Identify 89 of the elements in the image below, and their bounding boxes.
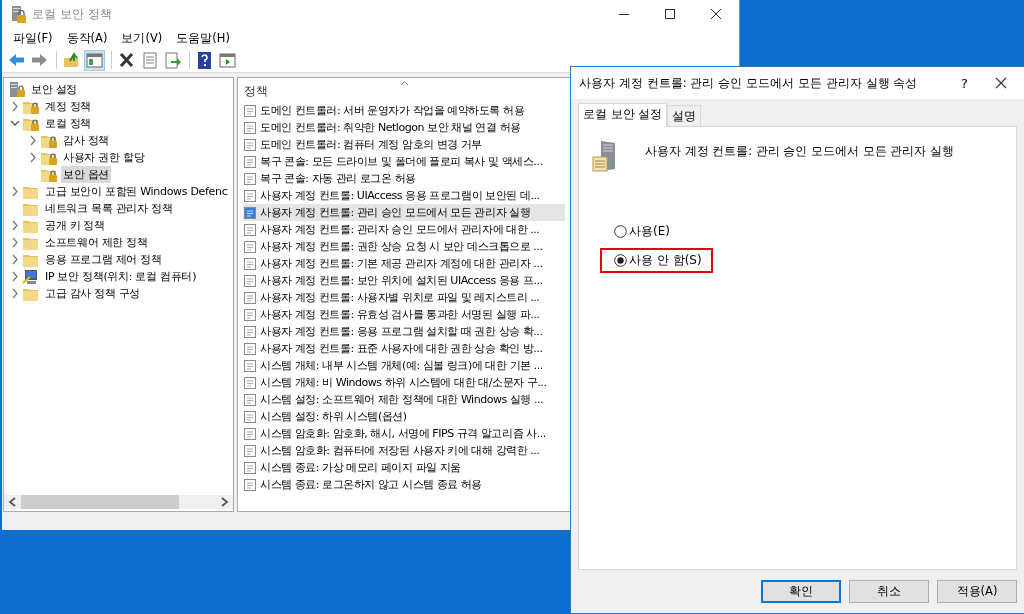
list-row[interactable]: 사용자 계정 컨트롤: 보안 위치에 설치된 UIAccess 응용 프...	[243, 272, 571, 289]
tab[interactable]: 설명	[667, 105, 702, 126]
tree-item[interactable]: 응용 프로그램 제어 정책	[43, 251, 164, 268]
list-row[interactable]: 시스템 설정: 하위 시스템(옵션)	[243, 408, 571, 425]
list-row[interactable]: 사용자 계정 컨트롤: 권한 상승 요청 시 보안 데스크톱으로 ...	[243, 238, 571, 255]
column-header[interactable]: 정책	[238, 78, 571, 102]
policy-document-icon	[243, 273, 257, 288]
list-row[interactable]: 시스템 설정: 소프트웨어 제한 정책에 대한 Windows 실행 ...	[243, 391, 571, 408]
policy-document-icon	[243, 460, 257, 475]
list-row[interactable]: 사용자 계정 컨트롤: 사용자별 위치로 파일 및 레지스트리 ...	[243, 289, 571, 306]
tree-item[interactable]: IP 보안 정책(위치: 로컬 컴퓨터)	[43, 268, 199, 285]
policy-document-icon	[243, 137, 257, 152]
menu-item[interactable]: 도움말(H)	[169, 30, 237, 46]
list-row[interactable]: 사용자 계정 컨트롤: UIAccess 응용 프로그램이 보안된 데...	[243, 187, 571, 204]
list-row[interactable]: 복구 콘솔: 모든 드라이브 및 폴더에 플로피 복사 및 액세스...	[243, 153, 571, 170]
scroll-left-icon[interactable]	[8, 497, 17, 507]
policy-document-icon	[243, 120, 257, 135]
tree-item[interactable]: 계정 정책	[43, 98, 93, 115]
tree-item[interactable]: 사용자 권한 할당	[61, 149, 147, 166]
tab[interactable]: 로컬 보안 설정	[578, 103, 668, 127]
list-row[interactable]: 도메인 컨트롤러: 취약한 Netlogon 보안 채널 연결 허용	[243, 119, 571, 136]
list-row[interactable]: 시스템 종료: 로그온하지 않고 시스템 종료 허용	[243, 476, 571, 493]
scroll-right-icon[interactable]	[220, 497, 229, 507]
policy-document-icon	[243, 409, 257, 424]
radio-circle-icon	[614, 254, 627, 267]
tree-item[interactable]: 소프트웨어 제한 정책	[43, 234, 150, 251]
tree-item[interactable]: 로컬 정책	[43, 115, 93, 132]
policy-document-icon	[243, 256, 257, 271]
ok-button[interactable]: 확인	[761, 580, 841, 603]
list-row[interactable]: 복구 콘솔: 자동 관리 로그온 허용	[243, 170, 571, 187]
list-row[interactable]: 사용자 계정 컨트롤: 유효성 검사를 통과한 서명된 실행 파...	[243, 306, 571, 323]
menu-item[interactable]: 파일(F)	[6, 30, 60, 46]
radio-button[interactable]: 사용(E)	[614, 223, 670, 240]
policy-document-icon	[243, 154, 257, 169]
list-row[interactable]: 사용자 계정 컨트롤: 관리 승인 모드에서 모든 관리자 실행	[243, 204, 565, 221]
policy-document-icon	[243, 171, 257, 186]
tree-pane-icon	[85, 50, 104, 70]
server-lock-icon	[8, 81, 26, 98]
policy-document-icon	[243, 392, 257, 407]
dialog-button[interactable]: 적용(A)	[937, 580, 1017, 603]
policy-document-icon	[243, 290, 257, 305]
policy-document-icon	[243, 443, 257, 458]
list-row[interactable]: 시스템 종료: 가상 메모리 페이지 파일 지움	[243, 459, 571, 476]
dialog-title: 사용자 계정 컨트롤: 관리 승인 모드에서 모든 관리자 실행 속성	[579, 74, 918, 92]
folder-up-icon	[62, 50, 81, 70]
menu-item[interactable]: 보기(V)	[114, 30, 170, 46]
list-row[interactable]: 시스템 개체: 내부 시스템 개체(예: 심볼 링크)에 대한 기본 ...	[243, 357, 571, 374]
tree-item[interactable]: 보안 옵션	[61, 166, 111, 183]
list-row[interactable]: 도메인 컨트롤러: 서버 운영자가 작업을 예약하도록 허용	[243, 102, 571, 119]
tree-item[interactable]: 보안 설정	[29, 81, 79, 98]
tree-item[interactable]: 고급 보안이 포함된 Windows Defenc	[43, 183, 230, 200]
policy-name: 사용자 계정 컨트롤: 관리 승인 모드에서 모든 관리자 실행	[645, 144, 955, 159]
dialog-button[interactable]: 취소	[849, 580, 929, 603]
server-icon	[10, 5, 26, 23]
help-button[interactable]: ?	[951, 75, 978, 91]
policy-document-icon	[243, 222, 257, 237]
window-title: 로컬 보안 정책	[32, 5, 112, 23]
list-row[interactable]: 사용자 계정 컨트롤: 표준 사용자에 대한 권한 상승 확인 방...	[243, 340, 571, 357]
policy-document-icon	[243, 239, 257, 254]
radio-circle-icon	[614, 225, 627, 238]
list-row[interactable]: 시스템 암호화: 암호화, 해시, 서명에 FIPS 규격 알고리즘 사...	[243, 425, 571, 442]
policy-document-icon	[243, 205, 257, 220]
tree-pane-button[interactable]	[84, 49, 105, 71]
monitor-key-icon	[22, 268, 40, 285]
list-row[interactable]: 시스템 개체: 비 Windows 하위 시스템에 대한 대/소문자 구...	[243, 374, 571, 391]
policy-document-icon	[243, 307, 257, 322]
delete-icon	[117, 50, 136, 70]
tree-item[interactable]: 공개 키 정책	[43, 217, 107, 234]
list-row[interactable]: 시스템 암호화: 컴퓨터에 저장된 사용자 키에 대해 강력한 ...	[243, 442, 571, 459]
horizontal-scrollbar[interactable]	[4, 495, 233, 509]
list-row[interactable]: 사용자 계정 컨트롤: 기본 제공 관리자 계정에 대한 관리자 ...	[243, 255, 571, 272]
sort-caret-icon	[400, 80, 409, 86]
tree-item[interactable]: 네트워크 목록 관리자 정책	[43, 200, 175, 217]
policy-document-icon	[243, 477, 257, 492]
export-button[interactable]	[162, 49, 183, 71]
policy-document-icon	[243, 375, 257, 390]
policy-document-icon	[243, 188, 257, 203]
policy-document-icon	[243, 341, 257, 356]
policy-document-icon	[243, 103, 257, 118]
policy-document-icon	[243, 324, 257, 339]
menu-item[interactable]: 동작(A)	[59, 30, 115, 46]
tree-item[interactable]: 감사 정책	[61, 132, 111, 149]
radio-button[interactable]: 사용 안 함(S)	[614, 252, 702, 269]
policy-document-icon	[243, 426, 257, 441]
policy-document-icon	[243, 358, 257, 373]
list-row[interactable]: 사용자 계정 컨트롤: 응용 프로그램 설치할 때 권한 상승 확...	[243, 323, 571, 340]
list-row[interactable]: 사용자 계정 컨트롤: 관리자 승인 모드에서 관리자에 대한 ...	[243, 221, 571, 238]
list-row[interactable]: 도메인 컨트롤러: 컴퓨터 계정 암호의 변경 거부	[243, 136, 571, 153]
tree-item[interactable]: 고급 감사 정책 구성	[43, 285, 143, 302]
